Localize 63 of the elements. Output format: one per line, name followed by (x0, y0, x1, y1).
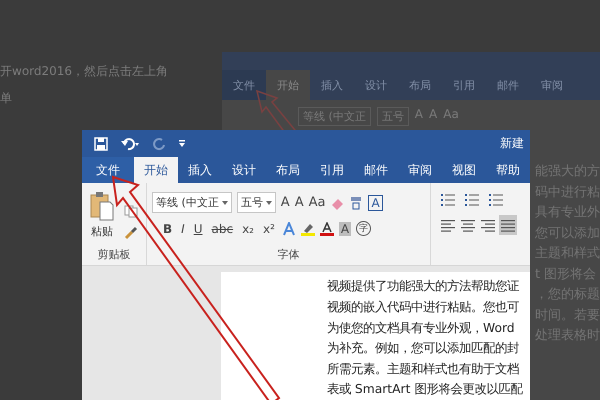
character-shading-button[interactable]: A (338, 222, 352, 236)
brush-icon[interactable] (124, 226, 138, 240)
align-justify-button[interactable] (499, 215, 517, 236)
window-title: 新建 (500, 135, 525, 152)
font-size-field[interactable]: 五号 (236, 192, 276, 214)
tab-label: 设计 (364, 78, 388, 94)
document-text: 为使您的文档具有专业外观，Word (327, 320, 516, 337)
highlight-icon[interactable] (300, 222, 315, 236)
save-icon[interactable] (94, 136, 108, 151)
ribbon-tab[interactable]: 审阅 (398, 157, 442, 184)
tab-label: 邮件 (496, 78, 520, 94)
document-text: 视频提供了功能强大的方法帮助您证 (327, 278, 520, 296)
ribbon-tab[interactable]: 布局 (266, 157, 310, 184)
ribbon-tab[interactable]: 视图 (442, 157, 486, 184)
copy-icon[interactable] (124, 205, 138, 218)
file-tab[interactable]: 文件 (82, 157, 134, 184)
dropdown-icon (222, 200, 228, 205)
ribbon-tab[interactable]: 帮助 (486, 157, 530, 184)
italic-button[interactable]: I (179, 222, 187, 236)
tab-label: 插入 (320, 78, 344, 94)
change-case-button[interactable]: Aa (308, 195, 326, 210)
shrink-font-button[interactable]: A (294, 195, 304, 210)
ribbon-tab[interactable]: 开始 (134, 157, 178, 184)
font-color-icon[interactable] (320, 222, 334, 236)
article-text: 单 (0, 90, 13, 107)
tab-label: 引用 (452, 78, 476, 94)
tab-label: 布局 (408, 78, 432, 94)
tab-label: 审阅 (540, 78, 564, 94)
text-effects-icon[interactable] (282, 222, 296, 236)
strike-button[interactable]: abc (210, 222, 236, 236)
paste-button[interactable]: 粘贴 (91, 224, 113, 240)
ribbon-tab[interactable]: 邮件 (354, 157, 398, 184)
underline-button[interactable]: U (192, 222, 204, 236)
align-left-icon (441, 218, 455, 233)
phonetic-guide-icon[interactable] (349, 196, 364, 210)
undo-icon[interactable] (120, 136, 140, 151)
character-border-button[interactable]: A (368, 194, 383, 211)
bold-button[interactable]: B (161, 222, 174, 236)
dropdown-icon (266, 200, 272, 205)
paste-icon[interactable] (90, 191, 114, 222)
tab-label: 开始 (266, 70, 310, 100)
article-text: 开word2016，然后点击左上角 (0, 63, 170, 80)
customize-toolbar-icon[interactable] (178, 138, 186, 149)
document-text: 所需元素。主题和样式也有助于文档 (327, 360, 520, 378)
font-name-field[interactable]: 等线 (中文正 (152, 192, 232, 214)
sub-button[interactable]: x₂ (240, 222, 256, 236)
tab-label: 文件 (222, 70, 266, 100)
group-label: 剪贴板 (98, 248, 130, 262)
align-right-icon (481, 218, 495, 233)
ribbon-tab[interactable]: 引用 (310, 157, 354, 184)
ribbon-tab[interactable]: 设计 (222, 157, 266, 184)
group-label: 字体 (278, 248, 300, 262)
align-center-icon (461, 218, 475, 233)
align-justify-icon (501, 218, 515, 233)
enclose-character-button[interactable]: 字 (356, 221, 372, 236)
sup-button[interactable]: x² (261, 222, 277, 236)
document-text: 视频的嵌入代码中进行粘贴。您也可 (327, 299, 520, 316)
redo-icon[interactable] (152, 136, 166, 151)
ribbon-tab[interactable]: 插入 (178, 157, 222, 184)
document-text: 为补充。例如，您可以添加匹配的封 (327, 340, 520, 358)
document-text: 表或 SmartArt 图形将会更改以匹配 (327, 381, 524, 398)
bullet-list-icon[interactable] (441, 192, 455, 208)
grow-font-button[interactable]: A (280, 195, 290, 210)
